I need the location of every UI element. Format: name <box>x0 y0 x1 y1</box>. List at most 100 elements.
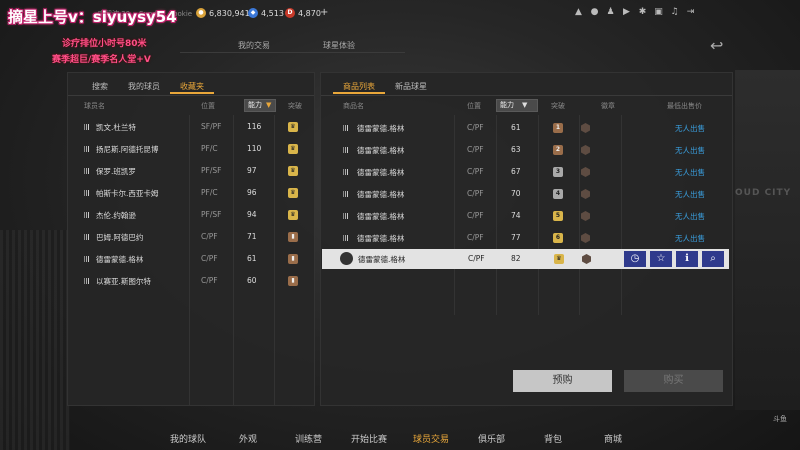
signal-bars-icon <box>84 190 91 196</box>
player-row[interactable]: 杰伦.约翰逊 PF/SF 94 ♛ <box>68 205 314 225</box>
item-power: 67 <box>511 167 521 176</box>
history-button[interactable]: ◷ <box>624 251 646 267</box>
player-row[interactable]: 帕斯卡尔.西亚卡姆 PF/C 96 ♛ <box>68 183 314 203</box>
breakthrough-level-badge: 2 <box>553 145 563 155</box>
breakthrough-level-badge: 3 <box>553 167 563 177</box>
background-arena-right: OUD CITY <box>735 70 800 410</box>
signal-bars-icon <box>84 234 91 240</box>
breakthrough-level-badge: 6 <box>553 233 563 243</box>
tab-divider <box>180 52 405 53</box>
breakthrough-badge-icon: ♛ <box>288 144 298 154</box>
lowest-price: 无人出售 <box>675 190 705 199</box>
background-crowd-left <box>0 230 70 450</box>
signal-bars-icon <box>84 212 91 218</box>
market-item-row[interactable]: 德雷蒙德.格林 C/PF 77 6 无人出售 <box>321 228 731 248</box>
player-position: C/PF <box>201 276 218 285</box>
market-item-row[interactable]: 德雷蒙德.格林 C/PF 74 5 无人出售 <box>321 206 731 226</box>
back-icon[interactable]: ↩ <box>710 36 723 55</box>
info-button[interactable]: ℹ <box>676 251 698 267</box>
item-name: 德雷蒙德.格林 <box>357 124 405 133</box>
player-row[interactable]: 以赛亚.斯图尔特 C/PF 60 ▮ <box>68 271 314 291</box>
signal-bars-icon <box>84 124 91 130</box>
coin-icon: ● <box>196 8 206 18</box>
diamond-icon: ◆ <box>248 8 258 18</box>
tab-new-stars[interactable]: 新品球星 <box>385 78 437 94</box>
market-item-row[interactable]: 德雷蒙德.格林 C/PF 61 1 无人出售 <box>321 118 731 138</box>
player-power: 97 <box>247 166 257 175</box>
nav-shop[interactable]: 商城 <box>604 432 622 445</box>
headset-icon[interactable]: ♫ <box>670 8 679 17</box>
buy-button[interactable]: 购买 <box>624 370 723 392</box>
sort-power-button[interactable]: 能力 ▼ <box>244 99 276 112</box>
item-power: 77 <box>511 233 521 242</box>
notification-icon[interactable]: ▲ <box>574 8 583 17</box>
emblem-icon <box>581 189 590 199</box>
exit-icon[interactable]: ⇥ <box>686 8 695 17</box>
selected-item-row[interactable]: 德雷蒙德.格林 C/PF 82 ♛ ◷ ☆ ℹ ⌕ <box>322 249 729 269</box>
item-power: 61 <box>511 123 521 132</box>
header-breakthrough: 突破 <box>551 102 565 110</box>
nav-appearance[interactable]: 外观 <box>239 432 257 445</box>
video-icon[interactable]: ▶ <box>622 8 631 17</box>
nav-player-trade[interactable]: 球员交易 <box>413 432 449 445</box>
player-row[interactable]: 巴姆.阿德巴约 C/PF 71 ▮ <box>68 227 314 247</box>
nav-backpack[interactable]: 背包 <box>544 432 562 445</box>
bottom-nav: 我的球队 外观 训练营 开始比赛 球员交易 俱乐部 背包 商城 <box>0 424 800 450</box>
sort-down-icon: ▼ <box>522 101 528 109</box>
card-icon[interactable]: ▣ <box>654 8 663 17</box>
nav-training-camp[interactable]: 训练营 <box>295 432 322 445</box>
item-position: C/PF <box>467 189 484 198</box>
market-item-row[interactable]: 德雷蒙德.格林 C/PF 63 2 无人出售 <box>321 140 731 160</box>
currency-coins: ● 6,830,941 <box>196 8 250 18</box>
nav-club[interactable]: 俱乐部 <box>478 432 505 445</box>
tab-star-trial[interactable]: 球星体验 <box>323 40 355 51</box>
item-position: C/PF <box>467 145 484 154</box>
player-position: PF/SF <box>201 210 222 219</box>
lowest-price: 无人出售 <box>675 124 705 133</box>
player-row[interactable]: 德雷蒙德.格林 C/PF 61 ▮ <box>68 249 314 269</box>
tab-favorites[interactable]: 收藏夹 <box>170 78 214 94</box>
emblem-icon <box>581 233 590 243</box>
sort-down-icon: ▼ <box>266 101 272 109</box>
player-row[interactable]: 扬尼斯.阿德托昆博 PF/C 110 ♛ <box>68 139 314 159</box>
player-row[interactable]: 凯文.杜兰特 SF/PF 116 ♛ <box>68 117 314 137</box>
item-position: C/PF <box>468 254 485 263</box>
player-position: C/PF <box>201 254 218 263</box>
emblem-icon <box>581 123 590 133</box>
item-position: C/PF <box>467 123 484 132</box>
nav-start-game[interactable]: 开始比赛 <box>351 432 387 445</box>
item-power: 82 <box>511 254 521 263</box>
team-logo-icon <box>340 252 353 265</box>
lowest-price: 无人出售 <box>675 146 705 155</box>
add-currency-button[interactable]: + <box>320 7 328 18</box>
gear-icon[interactable]: ✱ <box>638 8 647 17</box>
market-item-row[interactable]: 德雷蒙德.格林 C/PF 70 4 无人出售 <box>321 184 731 204</box>
signal-bars-icon <box>343 191 350 197</box>
header-power: 能力 <box>500 101 514 109</box>
player-position: PF/SF <box>201 166 222 175</box>
user-icon[interactable]: ● <box>590 8 599 17</box>
favorite-button[interactable]: ☆ <box>650 251 672 267</box>
item-power: 70 <box>511 189 521 198</box>
search-button[interactable]: ⌕ <box>702 251 724 267</box>
signal-bars-icon <box>343 235 350 241</box>
item-name: 德雷蒙德.格林 <box>357 190 405 199</box>
item-name: 德雷蒙德.格林 <box>357 146 405 155</box>
preorder-button[interactable]: 预购 <box>513 370 612 392</box>
lowest-price: 无人出售 <box>675 168 705 177</box>
tab-item-list[interactable]: 商品列表 <box>333 78 385 94</box>
friends-icon[interactable]: ♟ <box>606 8 615 17</box>
market-item-row[interactable]: 德雷蒙德.格林 C/PF 67 3 无人出售 <box>321 162 731 182</box>
tab-search[interactable]: 搜索 <box>82 78 118 94</box>
player-row[interactable]: 保罗.班凯罗 PF/SF 97 ♛ <box>68 161 314 181</box>
sort-power-button[interactable]: 能力 ▼ <box>496 99 538 112</box>
diamonds-value: 4,513 <box>261 8 284 18</box>
promo-line-2: 诊疗排位小时号80米 <box>62 39 147 49</box>
player-position: PF/C <box>201 188 218 197</box>
tab-my-trades[interactable]: 我的交易 <box>238 40 270 51</box>
tab-my-players[interactable]: 我的球员 <box>118 78 170 94</box>
player-power: 60 <box>247 276 257 285</box>
nav-my-team[interactable]: 我的球队 <box>170 432 206 445</box>
breakthrough-badge-icon: ▮ <box>288 254 298 264</box>
breakthrough-badge-icon: ♛ <box>288 166 298 176</box>
